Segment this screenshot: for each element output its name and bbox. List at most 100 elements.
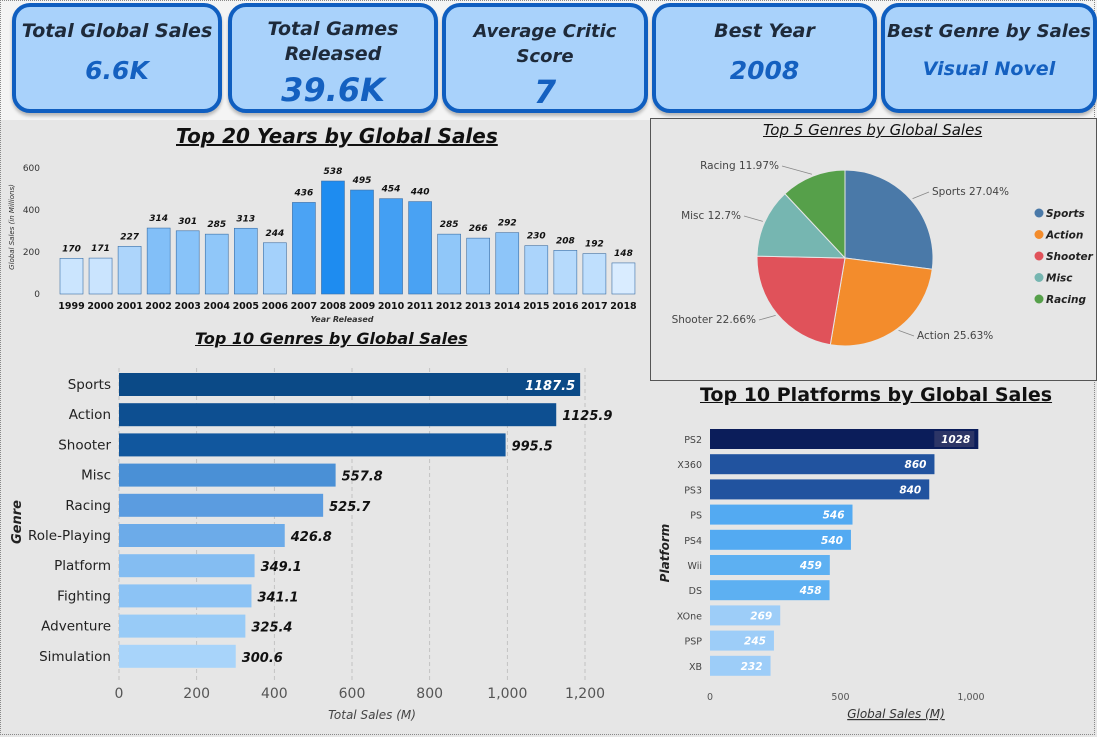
kpi-value: 7 <box>533 73 557 111</box>
genre-bar <box>119 373 581 396</box>
platform-value-label: 269 <box>750 610 772 622</box>
year-value-label: 266 <box>469 224 488 234</box>
legend-marker <box>1034 208 1044 218</box>
year-tick-label: 2016 <box>552 301 579 312</box>
platform-tick-label: DS <box>689 586 702 597</box>
year-tick-label: 2012 <box>436 301 462 312</box>
genre-tick-label: Role-Playing <box>28 528 111 544</box>
kpi-label: Total Games Released <box>267 18 399 65</box>
legend-label: Racing <box>1046 294 1086 306</box>
platform-tick-label: Wii <box>688 561 702 572</box>
year-bar <box>146 227 171 295</box>
genre-bar <box>119 433 506 457</box>
genre-tick-label: Platform <box>54 558 111 574</box>
year-tick-label: 2009 <box>349 301 375 312</box>
x-tick-label: 0 <box>115 686 124 702</box>
genre-tick-label: Action <box>69 407 111 423</box>
year-bar <box>117 246 142 295</box>
year-bar <box>466 237 491 295</box>
genre-tick-label: Misc <box>81 468 111 484</box>
platform-tick-label: PS <box>690 511 702 522</box>
y-tick-label: 0 <box>34 290 40 300</box>
pie-leader-line <box>781 165 813 175</box>
x-tick-label: 1,200 <box>565 686 605 702</box>
kpi-card-total-games[interactable]: Total Games Released 39.6K <box>228 3 438 113</box>
platform-value-label: 546 <box>823 510 845 522</box>
year-bar <box>321 180 345 295</box>
year-tick-label: 2014 <box>494 301 521 312</box>
genre-bar <box>119 644 236 668</box>
x-tick-label: 400 <box>261 686 288 702</box>
genre-bar <box>119 584 252 608</box>
pie-slice-label: Misc 12.7% <box>681 210 741 222</box>
platform-tick-label: XB <box>689 662 702 673</box>
pie-slice <box>756 255 846 346</box>
year-value-label: 148 <box>614 249 633 259</box>
x-tick-label: 800 <box>416 686 443 702</box>
genre-tick-label: Fighting <box>57 588 111 604</box>
year-tick-label: 2003 <box>174 301 200 312</box>
year-value-label: 454 <box>381 185 401 195</box>
year-value-label: 538 <box>324 167 343 177</box>
year-tick-label: 2000 <box>87 301 114 312</box>
year-bar <box>379 198 403 295</box>
year-tick-label: 2018 <box>610 301 637 312</box>
year-value-label: 436 <box>294 188 314 198</box>
year-value-label: 440 <box>410 188 430 198</box>
kpi-label: Best Genre by Sales <box>887 21 1091 42</box>
year-bar <box>408 201 432 295</box>
genre-bar <box>119 554 255 578</box>
platform-value-label: 860 <box>905 459 927 471</box>
platform-tick-label: X360 <box>677 460 702 471</box>
genre-value-label: 557.8 <box>342 470 383 485</box>
genre-tick-label: Shooter <box>58 437 111 453</box>
platform-tick-label: XOne <box>677 611 702 622</box>
genre-pie-chart: Sports 27.04% Action 25.63% Shooter 22.66%… <box>672 160 1094 347</box>
pie-slice <box>844 169 934 270</box>
kpi-card-best-year[interactable]: Best Year 2008 <box>652 3 877 113</box>
kpi-card-total-sales[interactable]: Total Global Sales 6.6K <box>12 3 222 113</box>
kpi-card-critic-score[interactable]: Average Critic Score 7 <box>442 3 648 113</box>
platform-tick-label: PS3 <box>684 485 702 496</box>
kpi-card-best-genre[interactable]: Best Genre by Sales Visual Novel <box>881 3 1097 113</box>
year-value-label: 208 <box>556 236 575 246</box>
genre-bar <box>119 524 285 547</box>
genre-bar <box>119 403 557 427</box>
year-value-label: 244 <box>265 229 284 239</box>
year-bar <box>350 189 374 295</box>
year-bar <box>292 202 316 295</box>
y-tick-label: 200 <box>23 248 40 258</box>
platform-value-label: 245 <box>744 636 766 648</box>
pie-slice-label: Shooter 22.66% <box>672 314 756 326</box>
pie-slice-label: Racing 11.97% <box>700 160 779 172</box>
year-bar <box>204 233 229 295</box>
year-bar <box>611 262 636 295</box>
x-axis-title: Global Sales (M) <box>847 707 945 721</box>
year-bar <box>263 242 287 295</box>
x-tick-label: 1,000 <box>487 686 527 702</box>
platform-tick-label: PS2 <box>684 435 702 446</box>
legend-marker <box>1034 230 1044 239</box>
year-tick-label: 2005 <box>233 301 259 312</box>
platform-tick-label: PSP <box>685 637 703 648</box>
year-bar <box>59 258 84 295</box>
legend-marker <box>1034 273 1044 282</box>
platform-value-label: 840 <box>899 484 921 496</box>
platform-bar <box>710 479 930 500</box>
genre-value-label: 349.1 <box>261 560 302 575</box>
genres-bar-chart: 0 200 400 600 800 1,000 1,200 Sports 1187.5 Actio… <box>10 368 612 722</box>
kpi-value: Visual Novel <box>922 58 1056 80</box>
platform-value-label: 540 <box>821 535 843 547</box>
year-bar <box>234 227 258 295</box>
year-tick-label: 1999 <box>58 301 84 312</box>
platform-value-label: 1028 <box>941 434 970 446</box>
year-bar <box>495 232 520 295</box>
x-axis-title: Year Released <box>311 315 374 324</box>
year-tick-label: 2015 <box>523 301 549 312</box>
pie-panel: Top 5 Genres by Global Sales Sports 27.0… <box>650 118 1097 381</box>
platform-value-label: 459 <box>799 560 822 572</box>
legend-label: Sports <box>1046 208 1085 220</box>
y-tick-label: 600 <box>23 164 40 174</box>
x-tick-label: 500 <box>831 692 849 703</box>
year-tick-label: 2001 <box>116 301 142 312</box>
